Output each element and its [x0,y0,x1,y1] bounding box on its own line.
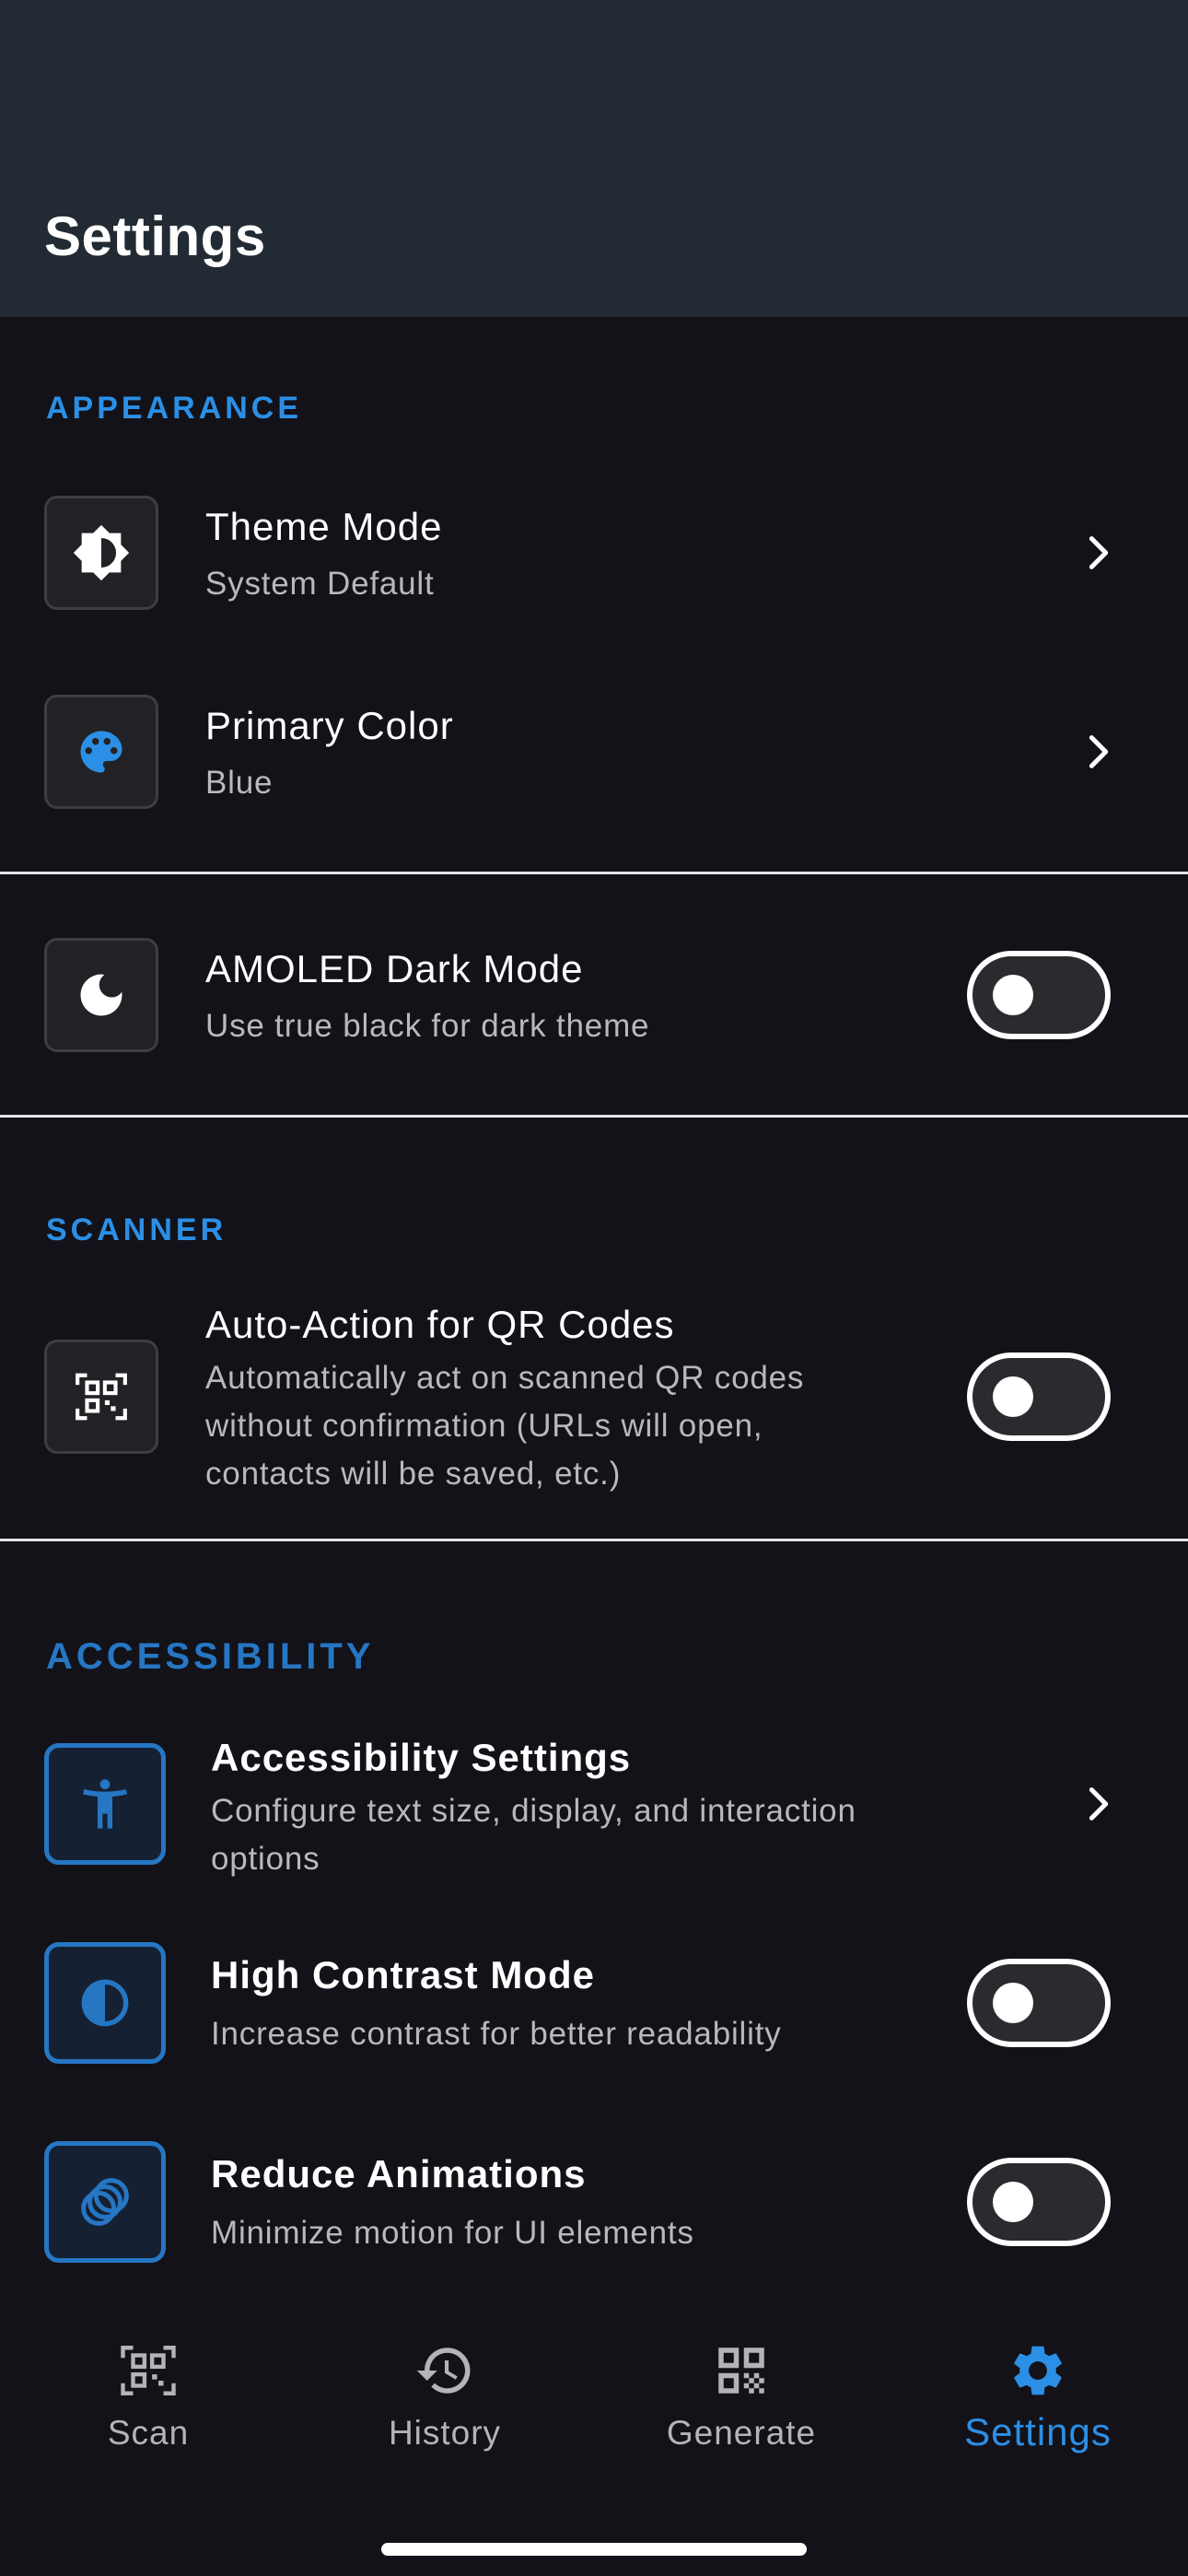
chevron-right-icon [1089,536,1109,569]
tab-label: Scan [107,2414,190,2452]
tab-label: Generate [666,2414,817,2452]
brightness-icon [44,496,158,610]
primary-color-value: Blue [205,765,274,801]
tab-generate[interactable]: Generate [593,2340,890,2453]
tab-history[interactable]: History [297,2340,593,2453]
description-line: Configure text size, display, and intera… [211,1793,856,1829]
divider [0,872,1188,874]
chevron-right-icon [1089,1787,1109,1821]
qr-scan-icon [121,2346,176,2395]
high-contrast-toggle[interactable] [967,1959,1111,2047]
section-header-scanner: SCANNER [46,1212,227,1247]
reduce-animations-subtitle: Minimize motion for UI elements [211,2215,694,2251]
toggle-knob [993,1376,1033,1417]
qr-scan-icon [44,1340,158,1454]
palette-icon [44,695,158,809]
reduce-animations-toggle[interactable] [967,2158,1111,2246]
qr-code-icon [718,2348,764,2394]
divider [0,1115,1188,1118]
accessibility-icon [44,1743,166,1865]
page-title: Settings [44,205,266,267]
description-line: options [211,1841,320,1877]
description-line: without confirmation (URLs will open, [205,1408,763,1444]
toggle-knob [993,1983,1033,2023]
reduce-animations-title: Reduce Animations [211,2152,587,2195]
high-contrast-subtitle: Increase contrast for better readability [211,2016,782,2052]
auto-action-description: Automatically act on scanned QR codes wi… [205,1354,804,1498]
tab-scan[interactable]: Scan [0,2340,297,2453]
app-header: Settings [0,0,1188,317]
tab-label: History [388,2414,502,2452]
theme-mode-value: System Default [205,566,435,602]
toggle-knob [993,2182,1033,2222]
history-icon [416,2348,471,2394]
tab-label: Settings [964,2410,1112,2453]
moon-icon [44,938,158,1052]
tab-settings[interactable]: Settings [890,2340,1186,2454]
chevron-right-icon [1089,735,1109,768]
amoled-subtitle: Use true black for dark theme [205,1008,650,1044]
theme-mode-title: Theme Mode [205,505,443,548]
animation-icon [44,2141,166,2263]
divider [0,1539,1188,1541]
auto-action-toggle[interactable] [967,1352,1111,1441]
contrast-icon [44,1942,166,2064]
amoled-title: AMOLED Dark Mode [205,947,584,990]
section-header-accessibility: ACCESSIBILITY [46,1636,375,1677]
accessibility-settings-title: Accessibility Settings [211,1736,632,1779]
section-header-appearance: APPEARANCE [46,391,303,426]
home-indicator[interactable] [381,2543,807,2556]
auto-action-title: Auto-Action for QR Codes [205,1303,675,1346]
description-line: Automatically act on scanned QR codes [205,1360,805,1396]
description-line: contacts will be saved, etc.) [205,1456,622,1492]
primary-color-title: Primary Color [205,704,454,747]
high-contrast-title: High Contrast Mode [211,1953,595,1996]
accessibility-settings-description: Configure text size, display, and intera… [211,1787,856,1883]
gear-icon [1014,2346,1062,2395]
amoled-toggle[interactable] [967,951,1111,1039]
toggle-knob [993,975,1033,1015]
